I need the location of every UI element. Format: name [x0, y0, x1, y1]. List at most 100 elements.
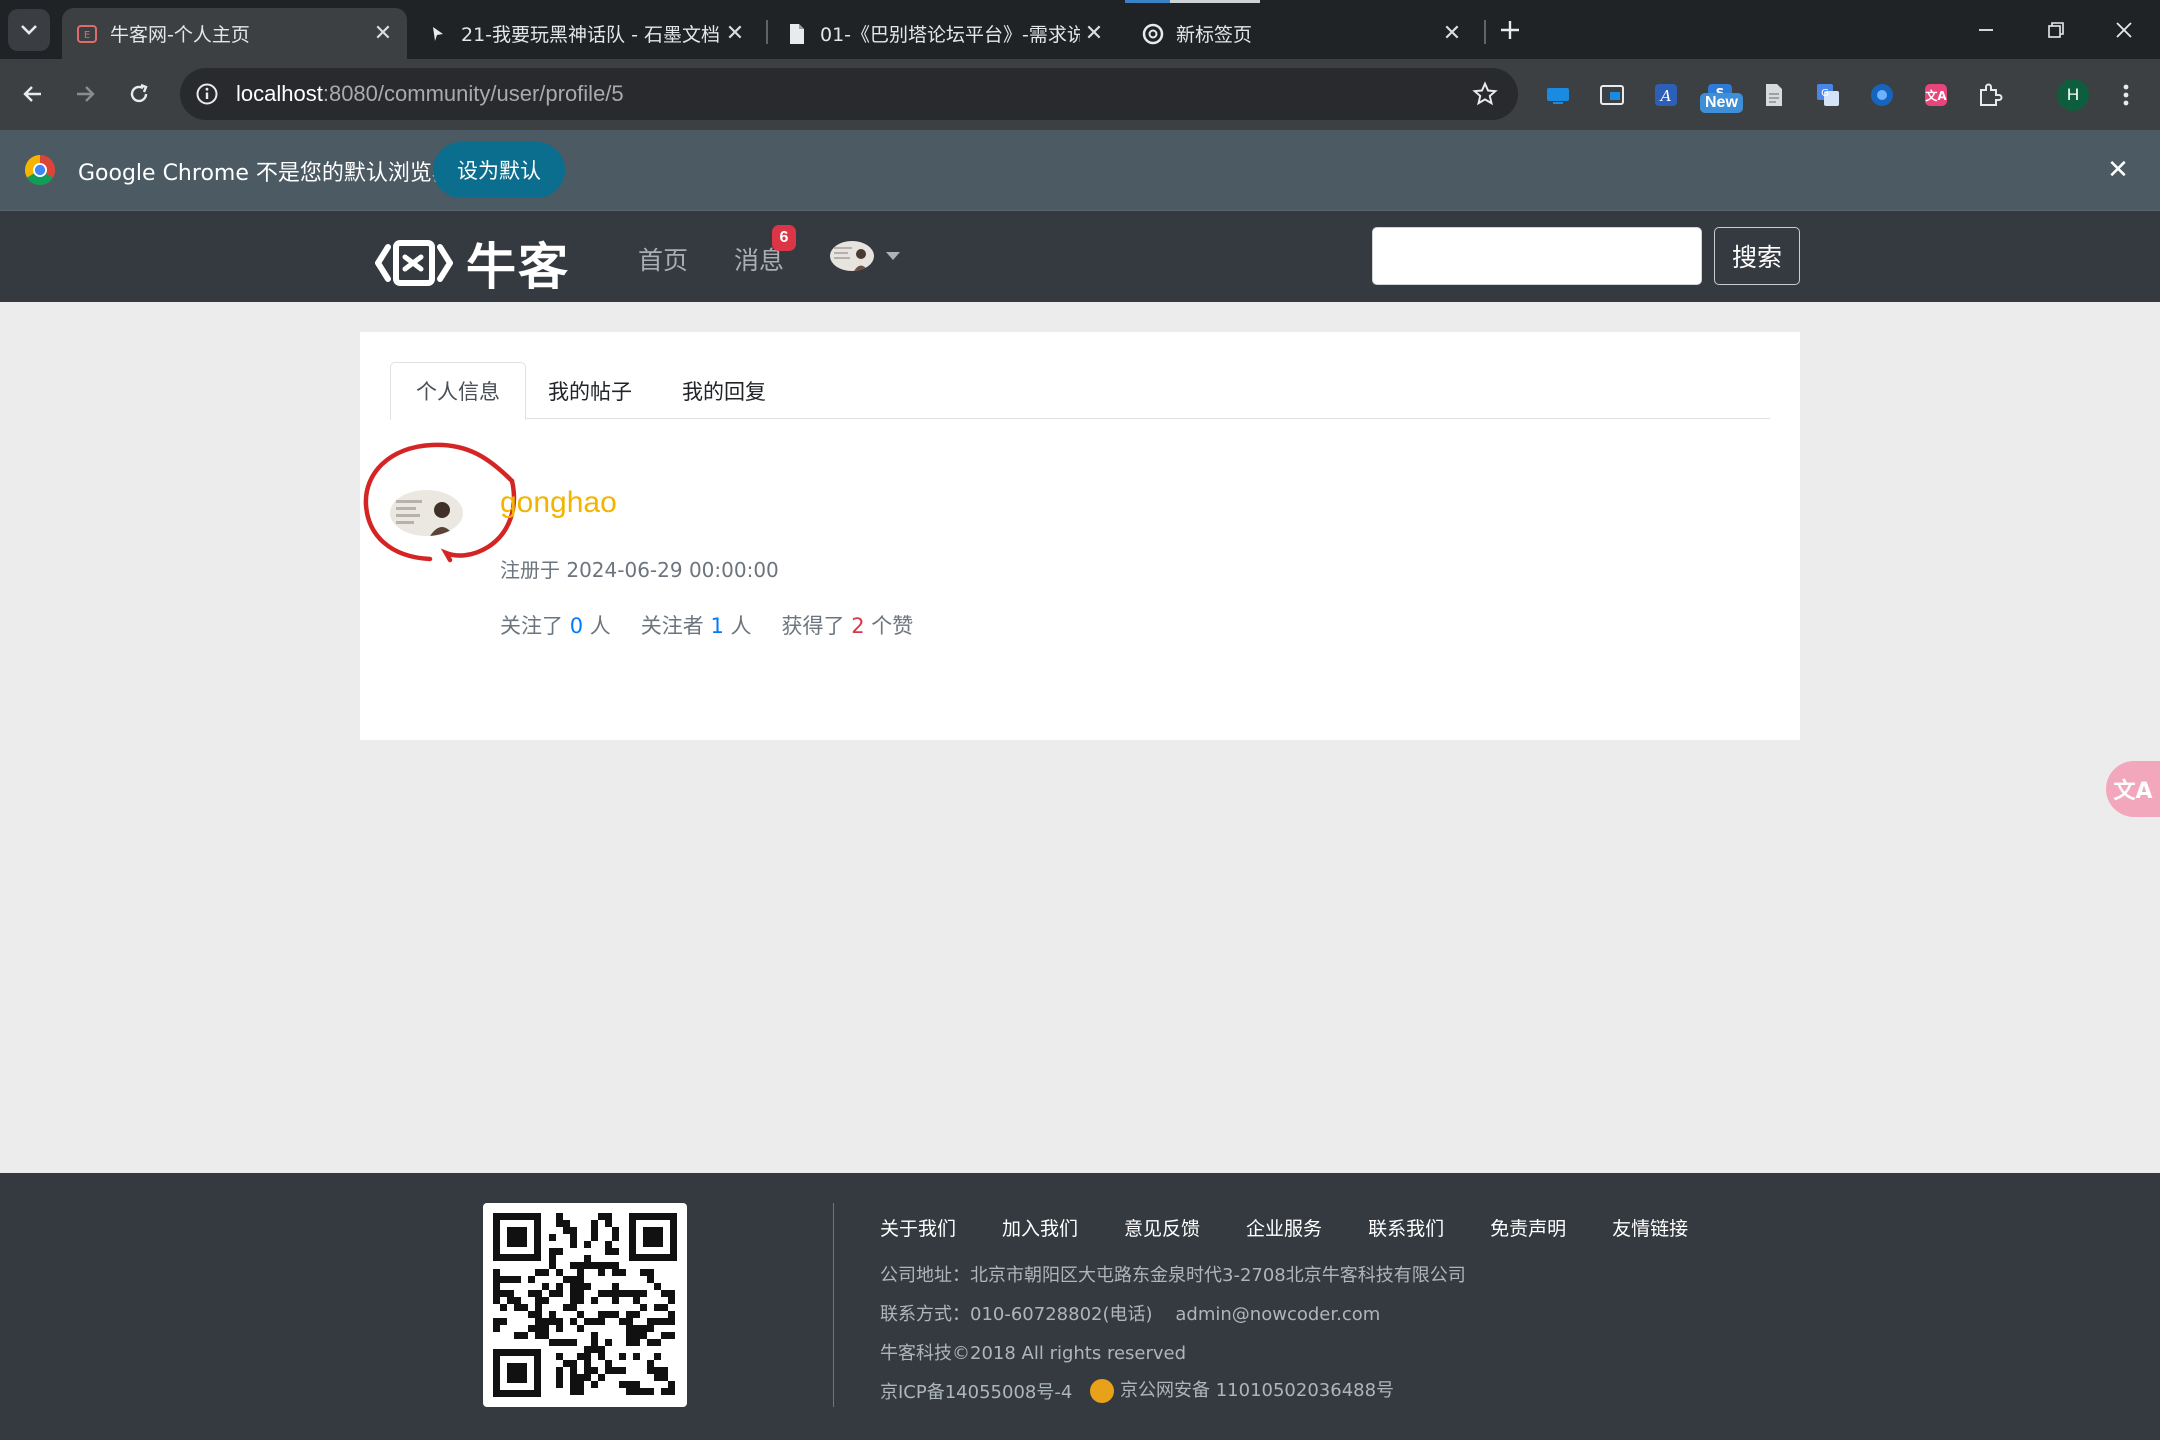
tab-new-tab[interactable]: 新标签页 ✕: [1128, 8, 1476, 59]
tab-close-icon[interactable]: ✕: [721, 20, 749, 48]
brand-name: 牛客: [466, 238, 570, 296]
tab-requirements-doc[interactable]: 01-《巴别塔论坛平台》-需求说 ✕: [772, 8, 1118, 59]
tab-close-icon[interactable]: ✕: [1438, 20, 1466, 48]
profile-username: gonghao: [500, 486, 617, 519]
extension-translate-icon[interactable]: G: [1812, 79, 1844, 111]
plus-icon: [1501, 21, 1519, 39]
stat-label: 关注者: [640, 614, 704, 638]
footer-link-contact[interactable]: 联系我们: [1368, 1214, 1444, 1241]
footer-links: 关于我们 加入我们 意见反馈 企业服务 联系我们 免责声明 友情链接: [880, 1214, 1734, 1241]
restore-button[interactable]: [2036, 10, 2076, 50]
footer-icp: 京ICP备14055008号-4: [880, 1382, 1073, 1403]
niuke-logo-icon: [375, 240, 453, 286]
footer-link-feedback[interactable]: 意见反馈: [1124, 1214, 1200, 1241]
followers-stat: 关注者 1 人: [641, 610, 752, 640]
likes-stat: 获得了 2 个赞: [782, 610, 914, 640]
user-avatar: [830, 241, 874, 271]
bookmark-star-icon[interactable]: [1470, 79, 1500, 109]
footer-copyright: 牛客科技©2018 All rights reserved: [880, 1343, 1187, 1364]
url-text[interactable]: localhost:8080/community/user/profile/5: [236, 81, 624, 107]
tab-loading-indicator: [1170, 0, 1260, 3]
tab-shimo-doc[interactable]: 21-我要玩黑神话队 - 石墨文档 ✕: [413, 8, 759, 59]
niuke-favicon-icon: E: [76, 23, 98, 45]
close-window-button[interactable]: [2104, 10, 2144, 50]
infobar-message: Google Chrome 不是您的默认浏览器: [78, 161, 454, 186]
tab-loading-indicator: [1125, 0, 1170, 3]
user-menu-dropdown[interactable]: [830, 241, 900, 271]
footer-link-disclaimer[interactable]: 免责声明: [1490, 1214, 1566, 1241]
tab-separator: [766, 20, 768, 44]
svg-text:E: E: [84, 30, 90, 41]
svg-text:文A: 文A: [1925, 88, 1947, 103]
tab-search-button[interactable]: [8, 9, 50, 51]
tab-personal-info[interactable]: 个人信息: [390, 362, 526, 420]
tab-my-posts[interactable]: 我的帖子: [523, 362, 657, 419]
chrome-icon: [1142, 23, 1164, 45]
tab-title: 01-《巴别塔论坛平台》-需求说: [820, 24, 1080, 46]
extension-immersive-translate-icon[interactable]: 文A: [1920, 79, 1952, 111]
extensions-puzzle-icon[interactable]: [1974, 79, 2006, 111]
police-record-text: 京公网安备 11010502036488号: [1120, 1380, 1395, 1401]
stat-label: 关注了: [500, 614, 563, 638]
stat-suffix: 人: [589, 614, 611, 638]
profile-stats: 关注了 0 人 关注者 1 人 获得了 2 个赞: [500, 610, 943, 640]
url-host: localhost: [236, 81, 323, 106]
following-stat: 关注了 0 人: [500, 610, 611, 640]
stat-label: 获得了: [781, 614, 845, 638]
site-logo[interactable]: 牛客: [374, 227, 570, 299]
forward-button[interactable]: [64, 73, 106, 115]
chrome-logo-icon: [24, 155, 56, 186]
document-icon: [786, 23, 808, 45]
site-navbar: 牛客 首页 消息 6 搜索: [0, 210, 2160, 302]
infobar-close-icon[interactable]: ✕: [2100, 152, 2136, 188]
restore-icon: [2048, 22, 2064, 38]
address-bar[interactable]: localhost:8080/community/user/profile/5: [180, 68, 1518, 120]
extension-circle-icon[interactable]: [1866, 79, 1898, 111]
reload-button[interactable]: [118, 73, 160, 115]
tab-title: 牛客网-个人主页: [110, 24, 250, 46]
extension-document-icon[interactable]: [1758, 79, 1790, 111]
profile-card: 个人信息 我的帖子 我的回复 gonghao 注册于 2024-06-29 00…: [360, 332, 1800, 740]
new-tab-button[interactable]: [1492, 12, 1528, 48]
stat-suffix: 个赞: [871, 614, 914, 638]
arrow-right-icon: [77, 86, 95, 102]
extension-screen-icon[interactable]: [1542, 79, 1574, 111]
following-count-link[interactable]: 0: [570, 614, 583, 638]
arrow-left-icon: [23, 86, 41, 102]
tab-niuke-profile[interactable]: E 牛客网-个人主页 ✕: [62, 8, 407, 59]
set-default-button[interactable]: 设为默认: [433, 142, 565, 198]
tab-my-replies[interactable]: 我的回复: [657, 362, 791, 419]
search-button[interactable]: 搜索: [1714, 227, 1800, 285]
svg-text:A: A: [1659, 87, 1672, 105]
site-info-icon[interactable]: [192, 79, 222, 109]
extension-font-icon[interactable]: A: [1650, 79, 1682, 111]
footer-link-friends[interactable]: 友情链接: [1612, 1214, 1688, 1241]
footer-police-record: 京公网安备 11010502036488号: [1090, 1376, 1394, 1403]
search-input[interactable]: [1372, 227, 1702, 285]
followers-count-link[interactable]: 1: [710, 614, 723, 638]
footer-link-about[interactable]: 关于我们: [880, 1214, 956, 1241]
nav-home-link[interactable]: 首页: [638, 241, 688, 277]
footer-link-join[interactable]: 加入我们: [1002, 1214, 1078, 1241]
registration-date: 注册于 2024-06-29 00:00:00: [500, 558, 779, 582]
browser-tab-strip: E 牛客网-个人主页 ✕ 21-我要玩黑神话队 - 石墨文档 ✕ 01-《巴别塔…: [0, 0, 2160, 59]
profile-avatar-button[interactable]: H: [2057, 79, 2089, 111]
footer-contact: 联系方式：010-60728802(电话) admin@nowcoder.com: [880, 1304, 1381, 1325]
url-path: :8080/community/user/profile/5: [322, 81, 624, 106]
tab-close-icon[interactable]: ✕: [1080, 20, 1108, 48]
floating-translate-icon[interactable]: 文A: [2106, 761, 2160, 817]
footer-address: 公司地址：北京市朝阳区大屯路东金泉时代3-2708北京牛客科技有限公司: [880, 1265, 1466, 1286]
police-badge-icon: [1090, 1379, 1114, 1403]
reload-icon: [130, 83, 148, 103]
tab-close-icon[interactable]: ✕: [369, 20, 397, 48]
footer-link-enterprise[interactable]: 企业服务: [1246, 1214, 1322, 1241]
site-footer: 关于我们 加入我们 意见反馈 企业服务 联系我们 免责声明 友情链接 公司地址：…: [0, 1173, 2160, 1440]
back-button[interactable]: [12, 73, 54, 115]
svg-text:G: G: [1821, 88, 1829, 99]
extension-picture-in-picture-icon[interactable]: [1596, 79, 1628, 111]
more-menu-icon[interactable]: [2110, 79, 2142, 111]
minimize-button[interactable]: [1966, 10, 2006, 50]
close-icon: [2116, 22, 2132, 38]
stat-suffix: 人: [730, 614, 752, 638]
footer-divider: [833, 1203, 834, 1407]
